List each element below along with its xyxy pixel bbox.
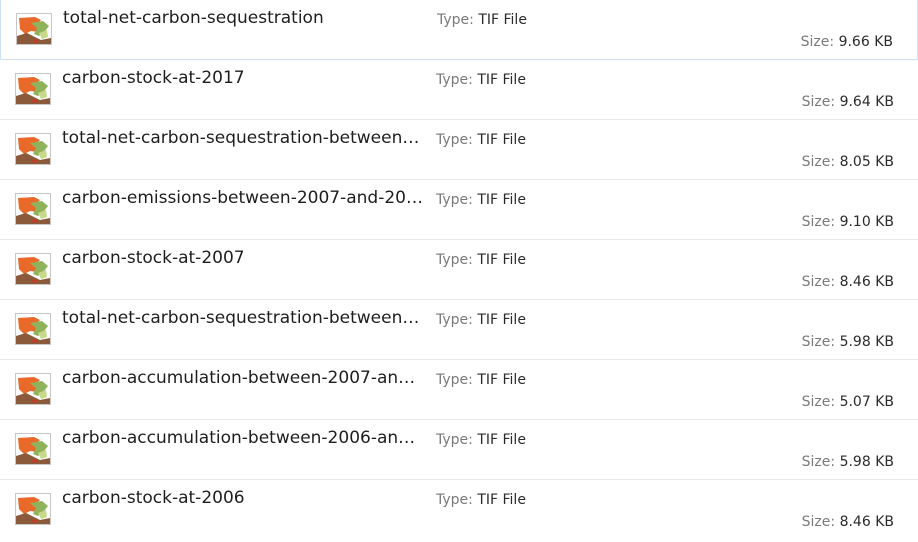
file-size-value: 5.98 KB [839, 334, 894, 350]
file-type: Type: TIF File [436, 131, 526, 149]
size-label: Size: [801, 334, 836, 350]
file-size: Size: 9.64 KB [802, 93, 894, 111]
size-label: Size: [801, 274, 836, 290]
file-type-value: TIF File [477, 72, 526, 88]
file-type-value: TIF File [477, 132, 526, 148]
tif-map-thumbnail-icon [15, 433, 51, 465]
file-type-value: TIF File [477, 372, 526, 388]
tif-map-thumbnail-icon [15, 133, 51, 165]
size-label: Size: [801, 154, 836, 170]
file-type-value: TIF File [477, 492, 526, 508]
type-label: Type: [436, 132, 473, 148]
tif-map-thumbnail-icon [15, 493, 51, 525]
file-name: total-net-carbon-sequestration-between-2… [62, 308, 424, 328]
file-type: Type: TIF File [436, 311, 526, 329]
file-size-value: 5.98 KB [839, 454, 894, 470]
file-size-value: 9.64 KB [839, 94, 894, 110]
file-name: carbon-accumulation-between-2007-and-2..… [62, 368, 424, 388]
file-size: Size: 8.05 KB [802, 153, 894, 171]
type-label: Type: [436, 372, 473, 388]
file-name: carbon-stock-at-2007 [62, 248, 245, 268]
size-label: Size: [800, 34, 835, 50]
type-label: Type: [436, 492, 473, 508]
file-size: Size: 5.98 KB [802, 453, 894, 471]
type-label: Type: [436, 312, 473, 328]
file-size: Size: 5.07 KB [802, 393, 894, 411]
file-name: total-net-carbon-sequestration [63, 8, 324, 28]
file-size: Size: 5.98 KB [802, 333, 894, 351]
size-label: Size: [801, 394, 836, 410]
type-label: Type: [437, 12, 474, 28]
file-type: Type: TIF File [436, 491, 526, 509]
type-label: Type: [436, 192, 473, 208]
file-row[interactable]: carbon-stock-at-2006 Type: TIF File Size… [0, 480, 918, 540]
size-label: Size: [801, 94, 836, 110]
file-type: Type: TIF File [437, 11, 527, 29]
file-row[interactable]: carbon-stock-at-2017 Type: TIF File Size… [0, 60, 918, 120]
tif-map-thumbnail-icon [16, 13, 52, 45]
tif-map-thumbnail-icon [15, 373, 51, 405]
file-size-value: 9.10 KB [839, 214, 894, 230]
file-type: Type: TIF File [436, 371, 526, 389]
tif-map-thumbnail-icon [15, 313, 51, 345]
file-size-value: 5.07 KB [839, 394, 894, 410]
file-size-value: 8.46 KB [839, 514, 894, 530]
file-row[interactable]: carbon-accumulation-between-2007-and-2..… [0, 360, 918, 420]
file-row[interactable]: total-net-carbon-sequestration-between-2… [0, 300, 918, 360]
file-size-value: 9.66 KB [838, 34, 893, 50]
file-type-value: TIF File [477, 192, 526, 208]
file-row[interactable]: carbon-accumulation-between-2006-and-2..… [0, 420, 918, 480]
file-type: Type: TIF File [436, 431, 526, 449]
file-row[interactable]: carbon-emissions-between-2007-and-2017 T… [0, 180, 918, 240]
file-name: carbon-stock-at-2006 [62, 488, 245, 508]
file-name: total-net-carbon-sequestration-between-2… [62, 128, 424, 148]
file-name: carbon-stock-at-2017 [62, 68, 245, 88]
file-type-value: TIF File [477, 312, 526, 328]
type-label: Type: [436, 72, 473, 88]
type-label: Type: [436, 252, 473, 268]
tif-map-thumbnail-icon [15, 193, 51, 225]
file-name: carbon-accumulation-between-2006-and-2..… [62, 428, 424, 448]
size-label: Size: [801, 514, 836, 530]
file-name: carbon-emissions-between-2007-and-2017 [62, 188, 424, 208]
file-type: Type: TIF File [436, 191, 526, 209]
tif-map-thumbnail-icon [15, 253, 51, 285]
size-label: Size: [801, 454, 836, 470]
file-size-value: 8.46 KB [839, 274, 894, 290]
type-label: Type: [436, 432, 473, 448]
file-size: Size: 8.46 KB [802, 513, 894, 531]
file-type-value: TIF File [477, 432, 526, 448]
file-type: Type: TIF File [436, 71, 526, 89]
file-type-value: TIF File [478, 12, 527, 28]
file-row[interactable]: total-net-carbon-sequestration-between-2… [0, 120, 918, 180]
file-size: Size: 9.10 KB [802, 213, 894, 231]
file-size: Size: 9.66 KB [801, 33, 893, 51]
size-label: Size: [801, 214, 836, 230]
file-size-value: 8.05 KB [839, 154, 894, 170]
tif-map-thumbnail-icon [15, 73, 51, 105]
file-row[interactable]: carbon-stock-at-2007 Type: TIF File Size… [0, 240, 918, 300]
file-type: Type: TIF File [436, 251, 526, 269]
file-type-value: TIF File [477, 252, 526, 268]
file-row[interactable]: total-net-carbon-sequestration Type: TIF… [0, 0, 918, 60]
file-list: total-net-carbon-sequestration Type: TIF… [0, 0, 918, 542]
file-size: Size: 8.46 KB [802, 273, 894, 291]
